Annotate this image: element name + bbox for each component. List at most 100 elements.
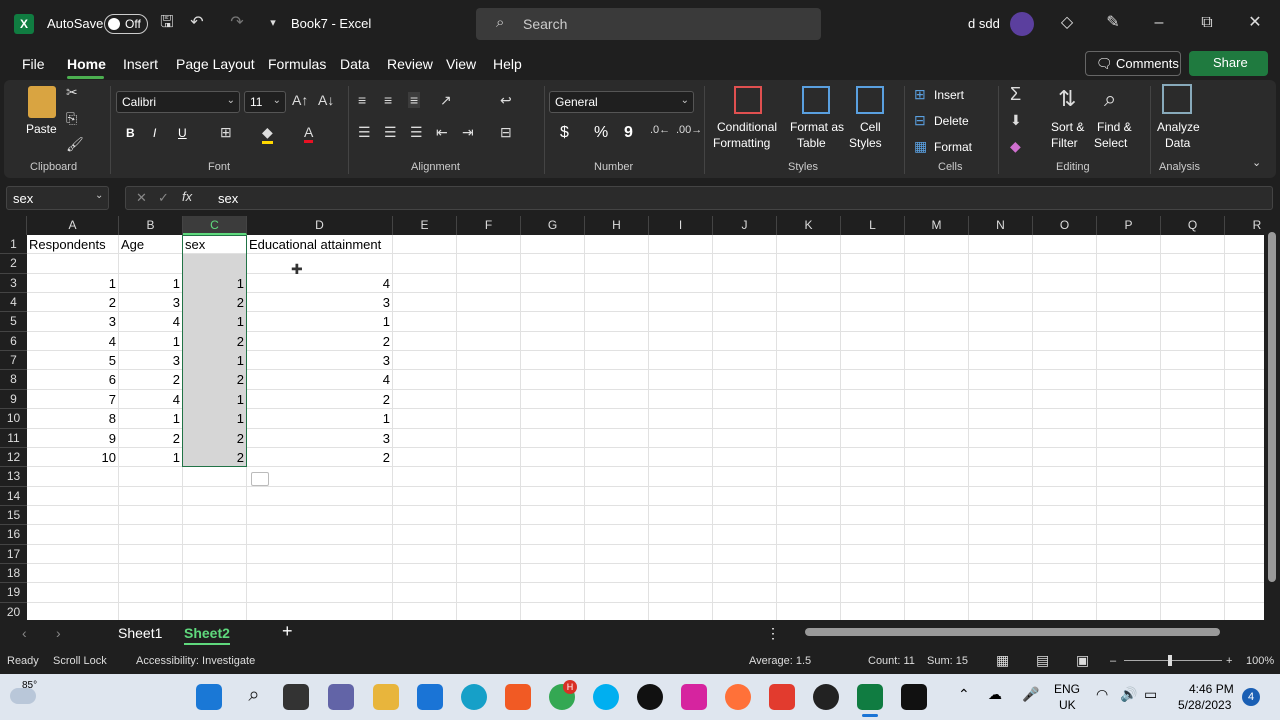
orientation-icon[interactable]: ↗ xyxy=(440,92,452,109)
row-header-11[interactable]: 11 xyxy=(0,428,27,448)
mail-icon[interactable] xyxy=(417,684,443,710)
cell-c11[interactable]: 2 xyxy=(183,429,246,448)
cell-d11[interactable]: 3 xyxy=(247,429,392,448)
select-all-corner[interactable] xyxy=(0,216,27,235)
cell-a12[interactable]: 10 xyxy=(27,448,118,467)
minimize-icon[interactable]: – xyxy=(1148,12,1170,34)
fill-icon[interactable]: ⬇ xyxy=(1010,112,1022,129)
row-header-8[interactable]: 8 xyxy=(0,370,27,390)
analyze-data-label-2[interactable]: Data xyxy=(1165,136,1190,150)
find-select-icon[interactable]: ⌕ xyxy=(1104,86,1116,112)
cell-a7[interactable]: 5 xyxy=(27,351,118,370)
name-box[interactable]: sex ⌄ xyxy=(6,186,109,210)
avatar[interactable] xyxy=(1010,12,1034,36)
cell-b10[interactable]: 1 xyxy=(119,409,182,428)
align-center-icon[interactable]: ☰ xyxy=(384,124,397,141)
format-cells-label[interactable]: Format xyxy=(934,140,972,154)
scroll-tabs-right-icon[interactable]: › xyxy=(56,625,61,641)
merge-center-icon[interactable]: ⊟ xyxy=(500,124,512,141)
format-painter-icon[interactable]: 🖌 xyxy=(66,136,84,153)
row-header-3[interactable]: 3 xyxy=(0,273,27,294)
scroll-tabs-left-icon[interactable]: ‹ xyxy=(22,625,27,641)
cell-d1[interactable]: Educational attainment xyxy=(247,235,383,254)
language-eng[interactable]: ENG xyxy=(1054,682,1080,696)
cell-b9[interactable]: 4 xyxy=(119,390,182,409)
pen-icon[interactable]: ✎ xyxy=(1102,12,1124,34)
row-header-2[interactable]: 2 xyxy=(0,254,27,274)
increase-decimal-icon[interactable]: .0← xyxy=(650,124,670,136)
align-top-icon[interactable]: ≡ xyxy=(358,92,366,108)
cell-c9[interactable]: 1 xyxy=(183,390,246,409)
firefox-icon[interactable] xyxy=(725,684,751,710)
increase-font-icon[interactable]: A↑ xyxy=(292,92,308,108)
analyze-data-label-1[interactable]: Analyze xyxy=(1157,120,1200,134)
comments-button[interactable]: 🗨 Comments xyxy=(1085,51,1181,76)
comma-button[interactable]: 9 xyxy=(624,124,633,142)
row-header-12[interactable]: 12 xyxy=(0,447,27,468)
insert-cells-label[interactable]: Insert xyxy=(934,88,964,102)
italic-button[interactable]: I xyxy=(153,126,156,140)
row-header-17[interactable]: 17 xyxy=(0,544,27,564)
more-options-icon[interactable]: ⋮ xyxy=(766,625,780,642)
cell-b4[interactable]: 3 xyxy=(119,293,182,312)
paste-label[interactable]: Paste xyxy=(26,122,57,136)
tiktok-icon[interactable] xyxy=(637,684,663,710)
normal-view-icon[interactable]: ▦ xyxy=(996,652,1009,669)
autosave-toggle[interactable]: Off xyxy=(104,14,148,34)
column-header-b[interactable]: B xyxy=(119,216,183,235)
battery-icon[interactable]: ▭ xyxy=(1144,686,1157,703)
cell-b5[interactable]: 4 xyxy=(119,312,182,331)
delete-cells-label[interactable]: Delete xyxy=(934,114,969,128)
cell-styles-icon[interactable] xyxy=(856,86,884,114)
teams-icon[interactable] xyxy=(328,684,354,710)
column-header-o[interactable]: O xyxy=(1033,216,1097,235)
cell-b11[interactable]: 2 xyxy=(119,429,182,448)
increase-indent-icon[interactable]: ⇥ xyxy=(462,124,474,141)
row-header-7[interactable]: 7 xyxy=(0,351,27,371)
cell-d4[interactable]: 3 xyxy=(247,293,392,312)
cell-c5[interactable]: 1 xyxy=(183,312,246,331)
vertical-scrollbar[interactable] xyxy=(1264,216,1280,620)
cell-d8[interactable]: 4 xyxy=(247,370,392,389)
page-break-view-icon[interactable]: ▣ xyxy=(1076,652,1089,669)
add-sheet-button[interactable]: + xyxy=(282,621,293,642)
start-icon[interactable] xyxy=(196,684,222,710)
cell-b7[interactable]: 3 xyxy=(119,351,182,370)
font-size-select[interactable]: 11 ⌄ xyxy=(244,91,286,113)
column-header-j[interactable]: J xyxy=(713,216,777,235)
column-header-d[interactable]: D xyxy=(247,216,393,235)
cell-b8[interactable]: 2 xyxy=(119,370,182,389)
redo-icon[interactable]: ↷ xyxy=(226,12,248,34)
menu-view[interactable]: View xyxy=(446,56,476,72)
align-middle-icon[interactable]: ≡ xyxy=(384,92,392,108)
sheet-tab-sheet2[interactable]: Sheet2 xyxy=(184,625,230,645)
percent-button[interactable]: % xyxy=(594,124,608,142)
find-select-label-2[interactable]: Select xyxy=(1094,136,1127,150)
menu-help[interactable]: Help xyxy=(493,56,522,72)
autosum-icon[interactable]: Σ xyxy=(1010,84,1021,105)
column-header-q[interactable]: Q xyxy=(1161,216,1225,235)
row-header-18[interactable]: 18 xyxy=(0,563,27,584)
obs-icon[interactable] xyxy=(813,684,839,710)
decrease-font-icon[interactable]: A↓ xyxy=(318,92,334,108)
cell-styles-label-2[interactable]: Styles xyxy=(849,136,882,150)
clock-date[interactable]: 5/28/2023 xyxy=(1178,698,1231,712)
column-header-i[interactable]: I xyxy=(649,216,713,235)
sort-filter-icon[interactable]: ⇅ xyxy=(1058,86,1076,112)
zoom-out-icon[interactable]: – xyxy=(1110,655,1116,667)
find-select-label-1[interactable]: Find & xyxy=(1097,120,1132,134)
cell-b12[interactable]: 1 xyxy=(119,448,182,467)
menu-data[interactable]: Data xyxy=(340,56,370,72)
search-taskbar-icon[interactable]: ⌕ xyxy=(241,684,267,710)
column-header-r[interactable]: R xyxy=(1225,216,1264,235)
sort-filter-label-2[interactable]: Filter xyxy=(1051,136,1078,150)
format-cells-icon[interactable]: ▦ xyxy=(914,138,927,155)
analyze-data-icon[interactable] xyxy=(1162,84,1192,114)
notification-badge[interactable]: 4 xyxy=(1242,688,1260,706)
cell-a9[interactable]: 7 xyxy=(27,390,118,409)
zoom-level[interactable]: 100% xyxy=(1246,655,1274,667)
column-header-c[interactable]: C xyxy=(183,216,247,235)
insert-cells-icon[interactable]: ⊞ xyxy=(914,86,926,103)
cell-a8[interactable]: 6 xyxy=(27,370,118,389)
customize-toolbar-icon[interactable]: ▾ xyxy=(262,12,284,34)
